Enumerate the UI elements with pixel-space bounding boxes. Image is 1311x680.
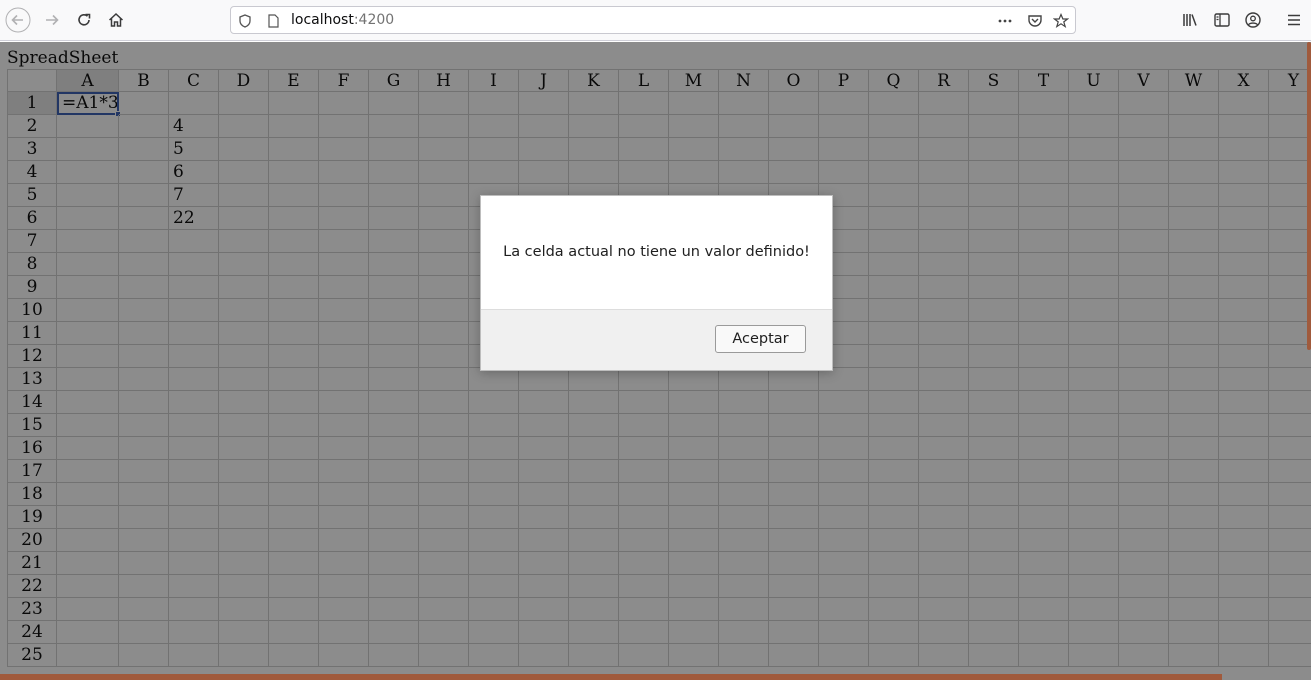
horizontal-scrollbar[interactable] [0, 674, 1222, 680]
home-icon[interactable] [103, 7, 129, 33]
accept-button[interactable]: Aceptar [715, 325, 806, 353]
reload-icon[interactable] [71, 7, 97, 33]
url-text: localhost:4200 [291, 12, 394, 28]
url-port: :4200 [353, 12, 395, 28]
alert-dialog: La celda actual no tiene un valor defini… [480, 195, 833, 371]
dialog-message: La celda actual no tiene un valor defini… [503, 244, 810, 260]
library-icon[interactable] [1177, 7, 1203, 33]
back-arrow-icon[interactable] [5, 7, 31, 33]
browser-toolbar: localhost:4200 [0, 0, 1311, 41]
vertical-scrollbar[interactable] [1307, 42, 1311, 350]
sidebar-icon[interactable] [1209, 7, 1235, 33]
more-dots-icon[interactable] [997, 13, 1013, 29]
pocket-icon[interactable] [1027, 13, 1043, 29]
url-bar[interactable]: localhost:4200 [230, 6, 1076, 34]
page-icon [265, 13, 281, 29]
forward-arrow-icon[interactable] [39, 7, 65, 33]
menu-icon[interactable] [1281, 7, 1307, 33]
shield-icon[interactable] [237, 13, 253, 29]
dialog-footer: Aceptar [481, 309, 832, 370]
star-icon[interactable] [1053, 13, 1069, 29]
url-host: localhost [291, 12, 354, 28]
account-icon[interactable] [1240, 7, 1266, 33]
